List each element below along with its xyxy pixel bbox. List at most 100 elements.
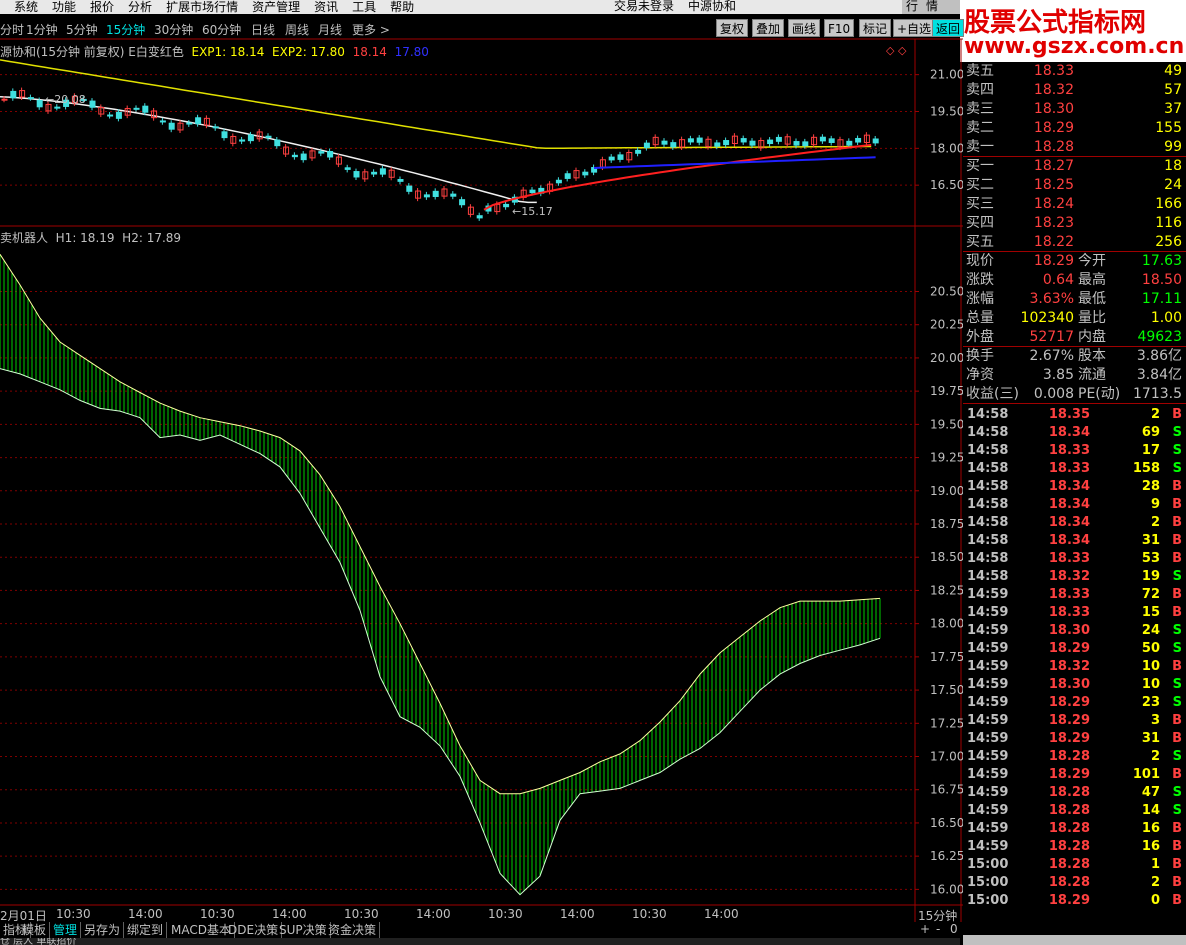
orderbook-sell-row[interactable]: 卖一 18.28 99 [963, 138, 1186, 156]
tick-volume: 24 [1141, 623, 1160, 638]
tick-volume: 9 [1150, 497, 1160, 512]
tick-row: 14:59 18.28 14 S [963, 802, 1186, 820]
quote-label: 内盘 [1078, 329, 1106, 345]
tick-time: 14:58 [967, 515, 1009, 530]
candle [740, 138, 747, 143]
tick-price: 18.32 [1048, 569, 1090, 584]
zoom-reset-button[interactable]: 0 [950, 922, 958, 936]
tab-2[interactable]: 管理 [50, 922, 82, 938]
tick-volume: 10 [1141, 659, 1160, 674]
zoom-in-button[interactable]: + [920, 922, 930, 936]
tick-time: 14:59 [967, 713, 1009, 728]
tick-price: 18.29 [1048, 893, 1090, 908]
tick-volume: 2 [1150, 749, 1160, 764]
orderbook-buy-row[interactable]: 买一 18.27 18 [963, 157, 1186, 175]
tick-side: B [1172, 551, 1182, 566]
watermark-url: www.gszx.com.cn [964, 34, 1185, 59]
orderbook-sell-row[interactable]: 卖四 18.32 57 [963, 81, 1186, 99]
y-tick-label: 18.50 [930, 550, 963, 564]
tab-1[interactable]: 模板 [19, 922, 51, 938]
tick-row: 14:58 18.34 2 B [963, 514, 1186, 532]
tick-row: 14:59 18.30 24 S [963, 622, 1186, 640]
quote-row: 总量 102340 量比 1.00 [963, 309, 1186, 327]
y-tick-label: 19.75 [930, 384, 963, 398]
candle [406, 185, 413, 192]
tick-side: B [1172, 875, 1182, 890]
quote-value: 3.63% [1029, 291, 1074, 307]
tick-row: 14:58 18.33 53 B [963, 550, 1186, 568]
tab-3[interactable]: 另存为 [81, 922, 125, 938]
tick-time: 14:59 [967, 821, 1009, 836]
candle [247, 134, 254, 142]
quote-row: 外盘 52717 内盘 49623 [963, 328, 1186, 346]
tick-volume: 2 [1150, 515, 1160, 530]
quote-value: 17.63 [1141, 253, 1182, 269]
orderbook-volume: 37 [1164, 101, 1182, 117]
zoom-out-button[interactable]: - [936, 922, 940, 936]
tab-4[interactable]: 绑定到 [124, 922, 168, 938]
chart-area[interactable]: 21.00 19.50 18.00 16.50 20.50 20.25 20.00 19.75… [0, 0, 963, 922]
tick-price: 18.28 [1048, 839, 1090, 854]
orderbook-sell-row[interactable]: 卖二 18.29 155 [963, 119, 1186, 137]
candle [274, 139, 281, 147]
orderbook-sell-row[interactable]: 卖三 18.30 37 [963, 100, 1186, 118]
time-axis-label: 14:00 [272, 907, 307, 921]
tick-volume: 17 [1141, 443, 1160, 458]
orderbook-volume: 18 [1164, 158, 1182, 174]
tick-volume: 16 [1141, 839, 1160, 854]
tick-row: 14:59 18.29 101 B [963, 766, 1186, 784]
quote-value: 0.008 [1033, 386, 1074, 402]
orderbook-price: 18.29 [1033, 120, 1074, 136]
candle [115, 111, 122, 119]
candle [643, 142, 650, 149]
time-axis-label: 14:00 [416, 907, 451, 921]
tick-price: 18.34 [1048, 479, 1090, 494]
exp1-line [483, 143, 872, 211]
tick-row: 14:58 18.32 19 S [963, 568, 1186, 586]
candle [212, 126, 219, 129]
tick-time: 14:59 [967, 731, 1009, 746]
tick-price: 18.34 [1048, 515, 1090, 530]
tick-side: B [1172, 587, 1182, 602]
tick-side: S [1172, 443, 1182, 458]
tab-6[interactable]: DDE决策 [225, 922, 283, 938]
candle [318, 151, 325, 154]
candle [582, 171, 589, 176]
quote-panel-footer [963, 935, 1186, 945]
tick-side: B [1172, 659, 1182, 674]
tick-side: S [1172, 623, 1182, 638]
orderbook-buy-row[interactable]: 买四 18.23 116 [963, 214, 1186, 232]
tick-price: 18.34 [1048, 497, 1090, 512]
tick-time: 14:59 [967, 803, 1009, 818]
tick-row: 14:59 18.30 10 S [963, 676, 1186, 694]
orderbook-buy-row[interactable]: 买三 18.24 166 [963, 195, 1186, 213]
time-axis-label: 14:00 [128, 907, 163, 921]
diamond-icons[interactable]: ◇ ◇ [886, 44, 906, 57]
candle [749, 140, 756, 146]
quote-row: 换手 2.67% 股本 3.86亿 [963, 347, 1186, 365]
tick-side: B [1172, 605, 1182, 620]
orderbook-buy-row[interactable]: 买五 18.22 256 [963, 233, 1186, 251]
tab-7[interactable]: SUP决策 [276, 922, 331, 938]
orderbook-sell-row[interactable]: 卖五 18.33 49 [963, 62, 1186, 80]
quote-value: 1713.5 [1133, 386, 1182, 402]
quote-value: 18.29 [1033, 253, 1074, 269]
y-tick-label: 18.00 [930, 617, 963, 631]
tick-row: 14:59 18.33 72 B [963, 586, 1186, 604]
candle [802, 141, 809, 147]
tick-row: 14:58 18.34 28 B [963, 478, 1186, 496]
tick-time: 14:58 [967, 407, 1009, 422]
tick-side: B [1172, 821, 1182, 836]
tick-row: 14:59 18.28 47 S [963, 784, 1186, 802]
indicator-tabs: 指标 模板 管理 另存为 绑定到 MACD基本 DDE决策 SUP决策 资金决策 [0, 922, 960, 938]
tick-row: 14:59 18.29 31 B [963, 730, 1186, 748]
y-tick-label: 17.75 [930, 650, 963, 664]
quote-label: 量比 [1078, 310, 1106, 326]
divider [963, 403, 1186, 404]
tab-8[interactable]: 资金决策 [325, 922, 381, 938]
time-axis-label: 10:30 [200, 907, 235, 921]
zoom-controls: + - 0 [918, 922, 960, 938]
quote-label: 涨跌 [966, 272, 994, 288]
quote-row: 净资 3.85 流通 3.84亿 [963, 366, 1186, 384]
orderbook-buy-row[interactable]: 买二 18.25 24 [963, 176, 1186, 194]
